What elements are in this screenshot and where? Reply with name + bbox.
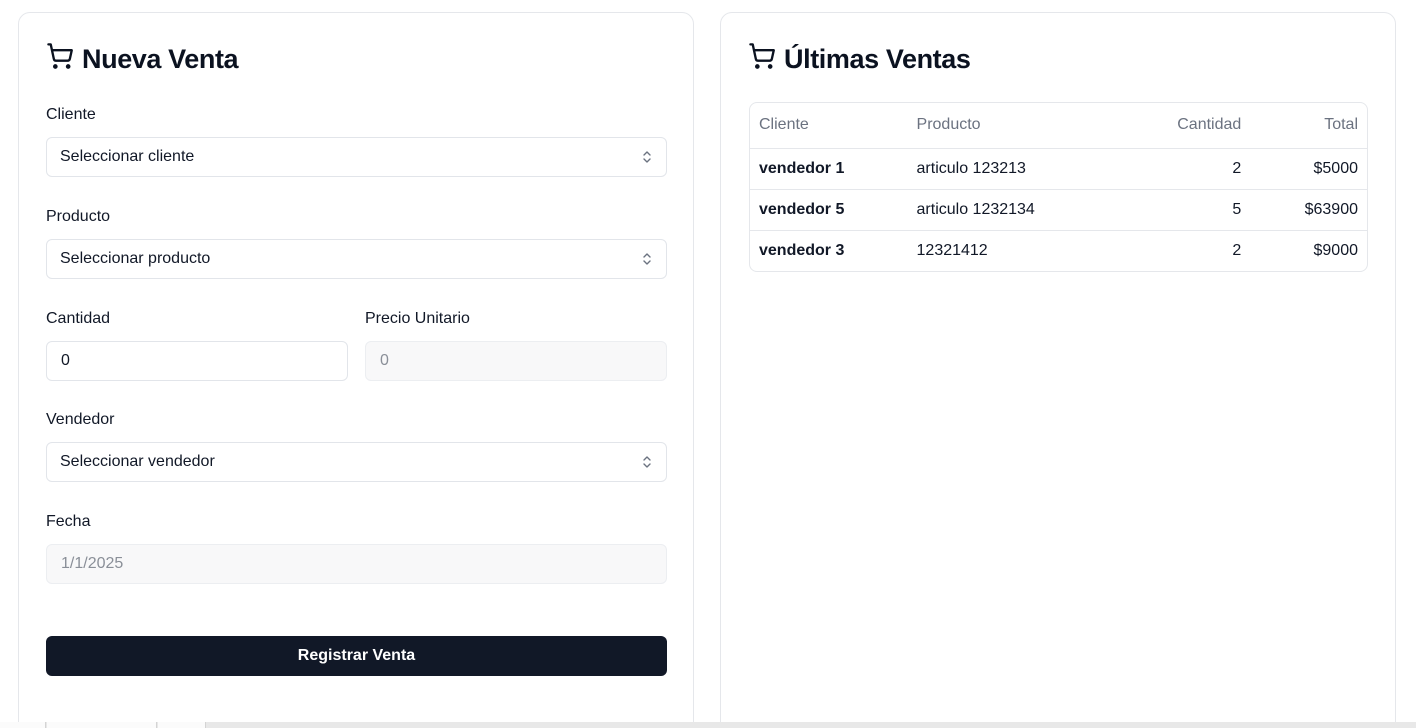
- cell-cliente: vendedor 1: [750, 147, 908, 189]
- recent-sales-title-text: Últimas Ventas: [784, 43, 971, 74]
- client-select-value: Seleccionar cliente: [60, 148, 195, 165]
- column-header-total: Total: [1324, 116, 1358, 134]
- date-input: [46, 544, 667, 584]
- date-label: Fecha: [46, 513, 91, 530]
- column-header-producto: Producto: [916, 116, 981, 134]
- scrollbar-segment: [0, 722, 46, 728]
- unit-price-label: Precio Unitario: [365, 310, 470, 327]
- register-sale-button[interactable]: Registrar Venta: [46, 636, 667, 676]
- cell-cantidad: 5: [1116, 188, 1251, 230]
- client-select[interactable]: Seleccionar cliente: [46, 137, 667, 177]
- chevrons-up-down-icon: [643, 253, 651, 265]
- horizontal-scrollbar[interactable]: [0, 722, 1416, 728]
- chevrons-up-down-icon: [643, 151, 651, 163]
- quantity-label: Cantidad: [46, 310, 111, 327]
- table-row: vendedor 1 articulo 123213 2 $5000: [750, 147, 1367, 189]
- sales-table-container: Cliente Producto Cantidad Total vendedor…: [749, 102, 1368, 272]
- new-sale-card: Nueva Venta Cliente Seleccionar cliente …: [18, 12, 694, 728]
- product-label: Producto: [46, 208, 111, 225]
- cell-producto: articulo 1232134: [907, 188, 1117, 230]
- cell-total: $5000: [1250, 147, 1367, 189]
- cell-cantidad: 2: [1116, 147, 1251, 189]
- table-header-row: Cliente Producto Cantidad Total: [750, 103, 1367, 148]
- cell-total: $9000: [1250, 229, 1367, 271]
- product-select-value: Seleccionar producto: [60, 250, 211, 267]
- sales-table: Cliente Producto Cantidad Total vendedor…: [750, 103, 1367, 271]
- seller-select-value: Seleccionar vendedor: [60, 453, 215, 470]
- unit-price-input: [365, 341, 667, 381]
- cell-cliente: vendedor 5: [750, 188, 908, 230]
- cell-total: $63900: [1250, 188, 1367, 230]
- new-sale-title-text: Nueva Venta: [82, 43, 239, 74]
- new-sale-title: Nueva Venta: [46, 42, 239, 77]
- column-header-cliente: Cliente: [759, 116, 809, 134]
- cart-icon: [748, 42, 776, 77]
- product-select[interactable]: Seleccionar producto: [46, 239, 667, 279]
- seller-select[interactable]: Seleccionar vendedor: [46, 442, 667, 482]
- quantity-input[interactable]: [46, 341, 348, 381]
- cell-cliente: vendedor 3: [750, 229, 908, 271]
- cart-icon: [46, 42, 74, 77]
- cell-producto: articulo 123213: [907, 147, 1117, 189]
- recent-sales-card: Últimas Ventas Cliente Producto Cantidad…: [720, 12, 1396, 728]
- client-label: Cliente: [46, 106, 96, 123]
- table-row: vendedor 5 articulo 1232134 5 $63900: [750, 188, 1367, 230]
- seller-label: Vendedor: [46, 411, 115, 428]
- chevrons-up-down-icon: [643, 456, 651, 468]
- cell-producto: 12321412: [907, 229, 1117, 271]
- scrollbar-segment: [158, 722, 206, 728]
- recent-sales-title: Últimas Ventas: [748, 42, 971, 77]
- column-header-cantidad: Cantidad: [1177, 116, 1242, 134]
- cell-cantidad: 2: [1116, 229, 1251, 271]
- table-row: vendedor 3 12321412 2 $9000: [750, 229, 1367, 271]
- scrollbar-segment: [47, 722, 157, 728]
